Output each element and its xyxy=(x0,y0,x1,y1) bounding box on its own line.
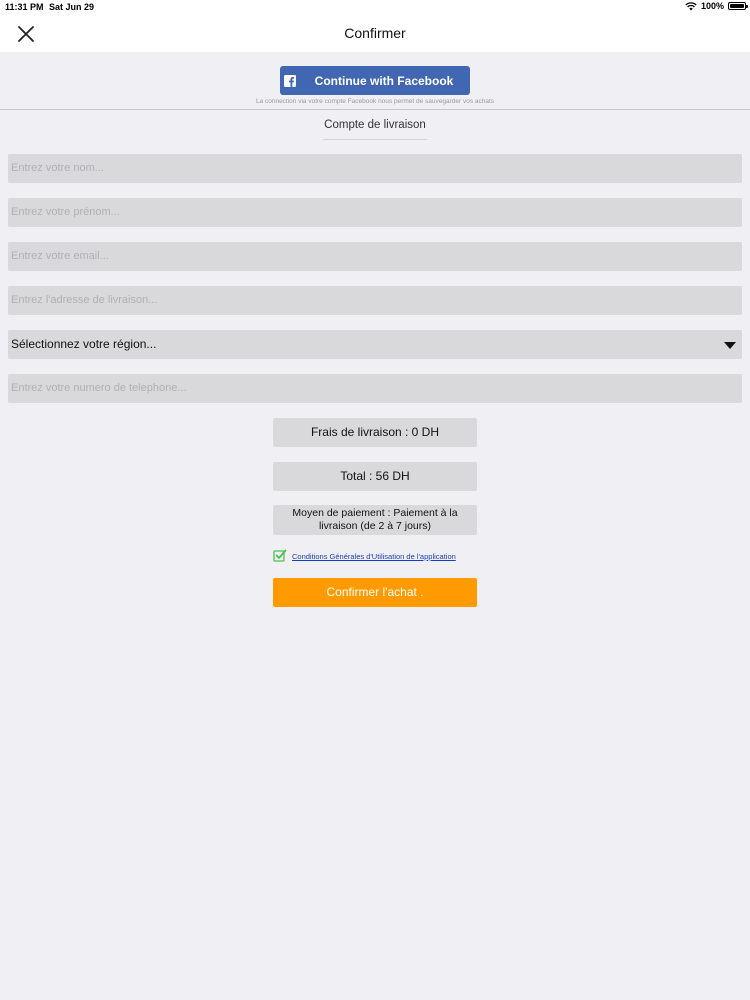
status-date: Sat Jun 29 xyxy=(49,2,95,12)
battery-icon xyxy=(728,2,748,10)
terms-link[interactable]: Conditions Générales d'Utilisation de l'… xyxy=(292,552,456,561)
shipping-fee: Frais de livraison : 0 DH xyxy=(273,418,477,447)
confirm-purchase-button[interactable]: Confirmer l'achat . xyxy=(273,578,477,607)
divider xyxy=(0,109,750,110)
battery-percent: 100% xyxy=(700,1,724,11)
region-select[interactable]: Sélectionnez votre région... xyxy=(8,330,742,359)
status-time: 11:31 PM xyxy=(5,2,44,12)
name-field[interactable]: Entrez votre nom... xyxy=(8,154,742,183)
facebook-note: La connection via votre compte Facebook … xyxy=(255,98,495,105)
payment-method: Moyen de paiement : Paiement à la livrai… xyxy=(273,505,477,535)
region-select-value: Sélectionnez votre région... xyxy=(11,337,157,351)
section-title: Compte de livraison xyxy=(324,119,426,131)
phone-field[interactable]: Entrez votre numero de telephone... xyxy=(8,374,742,403)
battery-fill xyxy=(730,4,744,8)
order-total: Total : 56 DH xyxy=(273,462,477,491)
terms-row: Conditions Générales d'Utilisation de l'… xyxy=(273,549,456,563)
navigation-bar: Confirmer xyxy=(0,14,750,52)
firstname-field[interactable]: Entrez votre prénom... xyxy=(8,198,742,227)
checkbox-checked-icon[interactable] xyxy=(273,549,287,563)
status-right: 100% xyxy=(685,1,748,11)
section-underline xyxy=(323,139,427,140)
status-bar: 11:31 PM Sat Jun 29 100% xyxy=(0,0,750,14)
address-field[interactable]: Entrez l'adresse de livraison... xyxy=(8,286,742,315)
facebook-login-button[interactable]: Continue with Facebook xyxy=(280,66,470,95)
page-title: Confirmer xyxy=(344,25,406,41)
email-field[interactable]: Entrez votre email... xyxy=(8,242,742,271)
dropdown-arrow-icon xyxy=(724,342,736,349)
facebook-login-label: Continue with Facebook xyxy=(314,73,454,88)
wifi-icon xyxy=(685,1,697,10)
